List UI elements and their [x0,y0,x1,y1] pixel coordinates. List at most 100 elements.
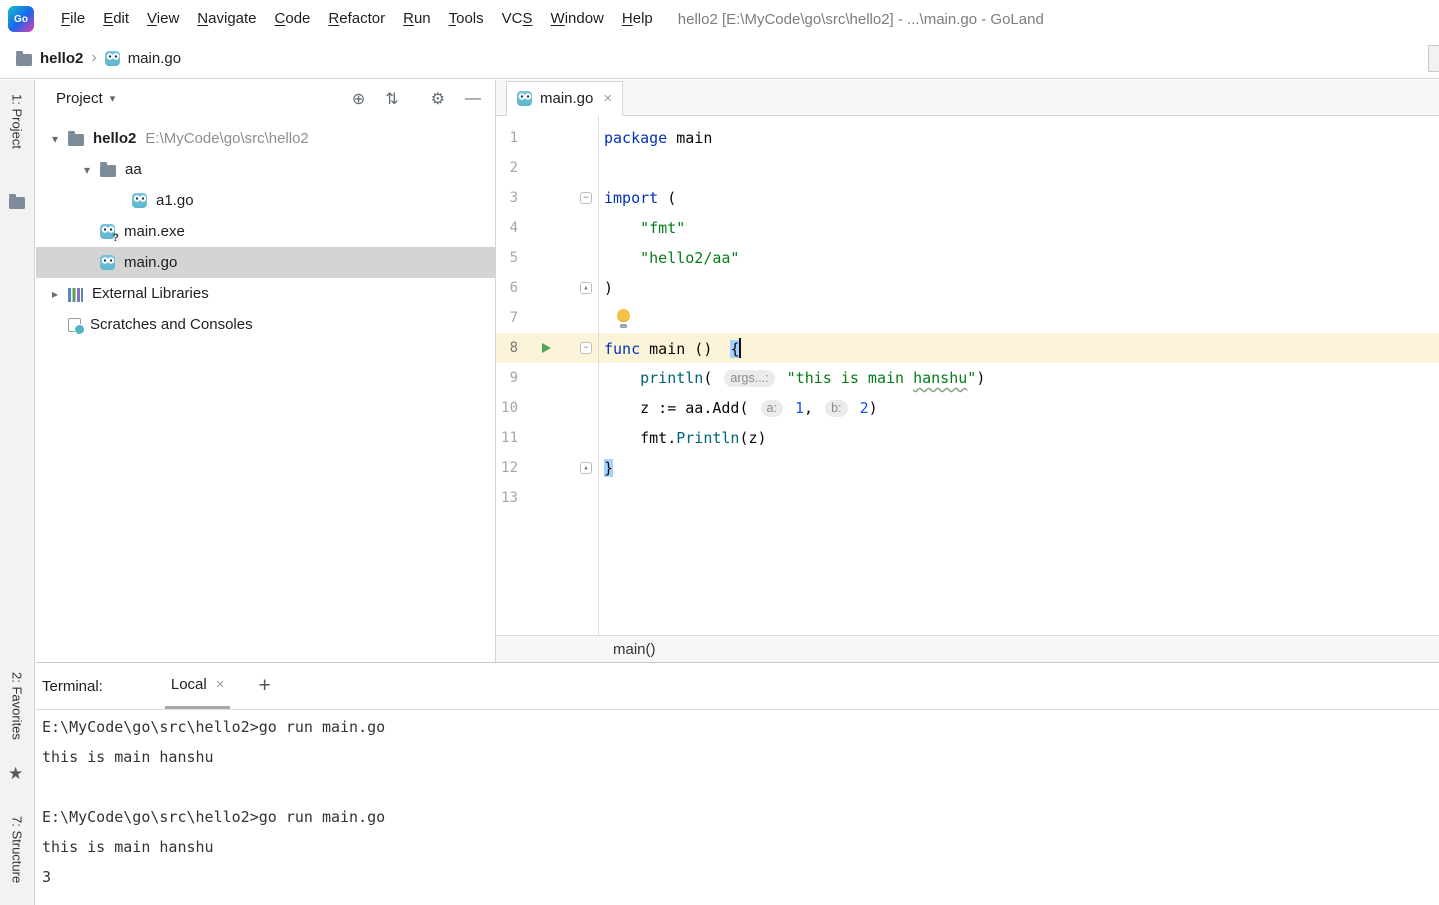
folder-icon [68,131,84,146]
code-line-2[interactable]: 2 [496,153,1439,183]
chevron-down-icon[interactable]: ▾ [74,163,100,177]
tree-item-label: Scratches and Consoles [90,316,253,333]
folder-icon [16,50,32,66]
code-token: println [640,369,704,387]
stripe-folder-icon[interactable] [9,194,25,209]
code-token: " [967,369,977,387]
editor-breadcrumb-bar: main() [496,635,1439,662]
code-token: package [604,129,668,147]
collapse-all-icon[interactable]: ⇅ [385,89,398,109]
locate-file-icon[interactable]: ⊕ [352,89,365,109]
fold-end-icon[interactable]: ▴ [580,282,592,294]
new-terminal-button[interactable]: + [258,674,270,698]
fold-gutter: ▴ [559,282,598,294]
menu-file[interactable]: File [52,0,94,38]
run-gutter-icon[interactable] [542,343,551,353]
breadcrumb-item-main-go[interactable]: main.go [104,49,182,67]
menu-run[interactable]: Run [394,0,440,38]
tree-item-aa[interactable]: ▾ aa [36,154,495,185]
window-title: hello2 [E:\MyCode\go\src\hello2] - ...\m… [677,10,1044,28]
menu-view[interactable]: View [138,0,188,38]
menu-mnemonic: N [197,10,209,27]
line-number: 10 [501,400,518,416]
tree-item-hello2[interactable]: ▾ hello2 E:\MyCode\go\src\hello2 [36,123,495,154]
code-text: "fmt" [598,219,685,237]
terminal-title: Terminal: [42,677,103,695]
code-text: ) [598,279,613,297]
code-token: main () [640,340,731,358]
terminal-output[interactable]: E:\MyCode\go\src\hello2>go run main.go th… [36,710,1439,905]
breadcrumb-main-function[interactable]: main() [613,641,656,658]
tree-item-label: main.go [124,254,178,271]
tree-item-a1-go[interactable]: a1.go [36,185,495,216]
breadcrumb-item-hello2[interactable]: hello2 [16,50,83,67]
fold-start-icon[interactable]: − [580,192,592,204]
chevron-right-icon[interactable]: ▸ [42,287,68,301]
navigation-bar: hello2 › main.go [0,38,1439,79]
code-token: ( [703,369,722,387]
code-line-3[interactable]: 3 − import ( [496,183,1439,213]
menu-refactor[interactable]: Refactor [319,0,394,38]
code-token: args...: [724,369,775,387]
line-number: 2 [509,160,518,176]
run-gutter [523,343,559,353]
code-text: println( args...: "this is main hanshu") [598,369,985,387]
settings-gear-icon[interactable]: ⚙ [431,89,445,109]
code-line-10[interactable]: 10 z := aa.Add( a: 1, b: 2) [496,393,1439,423]
code-line-12[interactable]: 12 ▴} [496,453,1439,483]
code-line-11[interactable]: 11 fmt.Println(z) [496,423,1439,453]
code-line-4[interactable]: 4 "fmt" [496,213,1439,243]
menu-mnemonic: V [147,10,157,27]
code-line-13[interactable]: 13 [496,483,1439,513]
hide-panel-icon[interactable]: — [465,90,481,108]
terminal-tab-local[interactable]: Local × [164,663,231,709]
chevron-down-icon[interactable]: ▾ [42,132,68,146]
menu-window[interactable]: Window [542,0,613,38]
code-text: fmt.Println(z) [598,429,766,447]
menu-mnemonic: F [61,10,71,27]
terminal-tab-close-icon[interactable]: × [216,676,225,693]
menu-help[interactable]: Help [613,0,662,38]
menu-code[interactable]: Code [266,0,320,38]
tree-item-scratches-and-consoles[interactable]: Scratches and Consoles [36,309,495,340]
tree-item-label: a1.go [156,192,194,209]
tool-stripe-project[interactable]: 1: Project [10,94,25,149]
menu-tools[interactable]: Tools [440,0,493,38]
line-number: 3 [509,190,518,206]
chevron-down-icon[interactable]: ▾ [110,92,116,105]
favorites-star-icon[interactable]: ★ [8,764,23,784]
code-line-1[interactable]: 1 package main [496,123,1439,153]
tree-item-main-exe[interactable]: main.exe [36,216,495,247]
menu-vcs[interactable]: VCS [493,0,542,38]
tool-stripe-structure[interactable]: 7: Structure [10,816,25,883]
code-token: ( [658,189,677,207]
code-editor[interactable]: 1 package main 2 3− import (4 "fmt" 5 "hello2… [496,116,1439,635]
tab-close-icon[interactable]: × [603,90,612,107]
code-token: , [804,399,823,417]
code-token: ) [868,399,878,417]
line-number: 4 [509,220,518,236]
window-edge-button[interactable] [1428,45,1439,72]
editor-tab-main-go[interactable]: main.go × [506,81,624,116]
code-line-5[interactable]: 5 "hello2/aa" [496,243,1439,273]
tool-stripe-favorites[interactable]: 2: Favorites [10,672,25,740]
breadcrumb-label: main.go [127,49,182,67]
tree-item-main-go[interactable]: main.go [36,247,495,278]
intention-bulb-icon[interactable] [616,308,631,328]
fold-end-icon[interactable]: ▴ [580,462,592,474]
menu-mnemonic: T [448,10,457,27]
code-line-6[interactable]: 6 ▴) [496,273,1439,303]
fold-start-icon[interactable]: − [580,342,592,354]
line-number: 13 [501,490,518,506]
code-line-9[interactable]: 9 println( args...: "this is main hanshu… [496,363,1439,393]
menu-edit[interactable]: Edit [94,0,138,38]
code-line-8[interactable]: 8 − func main () { [496,333,1439,363]
menu-navigate[interactable]: Navigate [188,0,265,38]
go-file-icon [132,193,147,208]
code-line-7[interactable]: 7 [496,303,1439,333]
terminal-header: Terminal: Local × + [36,663,1439,710]
tree-item-external-libraries[interactable]: ▸ External Libraries [36,278,495,309]
line-number: 9 [509,370,518,386]
project-view-selector[interactable]: Project [56,90,103,107]
